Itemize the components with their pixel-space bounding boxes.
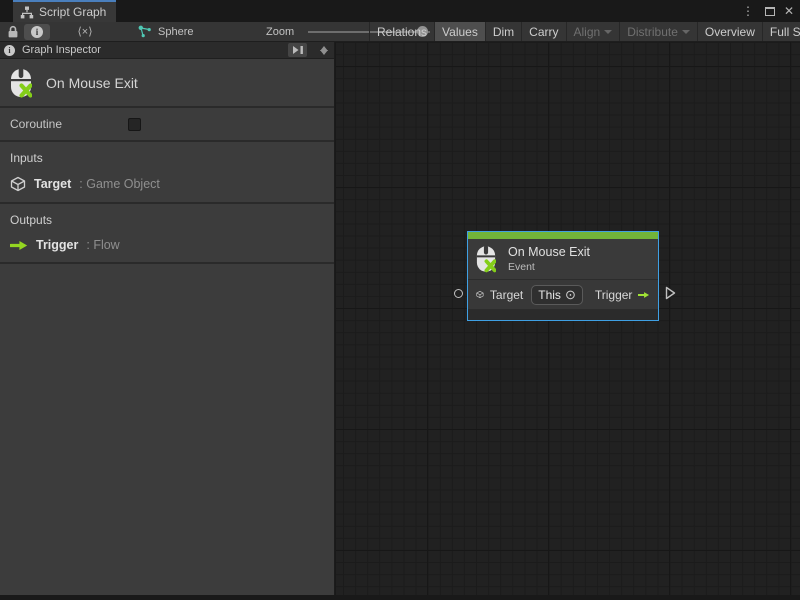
full-screen-label: Full Screen [770, 25, 800, 39]
code-icon: ⟨×⟩ [77, 25, 92, 38]
cube-icon [476, 287, 484, 302]
flow-arrow-icon[interactable] [638, 289, 650, 301]
values-label: Values [442, 25, 478, 39]
node-subtitle: Event [508, 261, 590, 273]
event-accent-bar [468, 232, 658, 239]
overview-button[interactable]: Overview [697, 22, 762, 41]
graph-target-label: Sphere [158, 26, 193, 38]
dim-button[interactable]: Dim [485, 22, 521, 41]
align-dropdown[interactable]: Align [566, 22, 620, 41]
target-value-button[interactable]: This ⊙ [531, 285, 583, 305]
script-graph-window: Script Graph ⋮ ✕ i ⟨×⟩ [0, 0, 800, 600]
info-icon: i [31, 26, 43, 38]
overview-label: Overview [705, 25, 755, 39]
node-titles: On Mouse Exit Event [508, 245, 590, 273]
zoom-label: Zoom [266, 22, 294, 41]
output-connection-port[interactable] [665, 286, 676, 300]
trigger-port-label: Trigger [595, 288, 633, 302]
window-bottom-edge [0, 595, 800, 600]
code-preview-button[interactable]: ⟨×⟩ [70, 22, 100, 41]
align-label: Align [574, 25, 601, 39]
target-port-label: Target [490, 288, 523, 302]
graph-target-button[interactable]: Sphere [138, 22, 193, 41]
full-screen-button[interactable]: Full Screen [762, 22, 800, 41]
lock-icon [7, 25, 19, 39]
inspector-empty-area [0, 264, 334, 595]
relations-label: Relations [377, 25, 427, 39]
values-button[interactable]: Values [434, 22, 485, 41]
unit-title-section: On Mouse Exit [0, 59, 334, 108]
input-connection-port[interactable] [454, 289, 463, 298]
on-mouse-exit-node[interactable]: On Mouse Exit Event Target This ⊙ Trigge… [467, 231, 659, 321]
input-type: : Game Object [79, 177, 160, 191]
output-name: Trigger [36, 238, 78, 252]
coroutine-label: Coroutine [10, 117, 62, 131]
output-trigger-row: Trigger : Flow [10, 238, 334, 252]
distribute-dropdown[interactable]: Distribute [619, 22, 697, 41]
coroutine-checkbox[interactable] [128, 118, 141, 131]
object-picker-icon: ⊙ [565, 288, 576, 301]
panel-scroll-arrows [318, 42, 330, 59]
graph-inspector-panel: i Graph Inspector On Mouse Exit [0, 42, 335, 595]
window-controls: ⋮ ✕ [740, 0, 798, 22]
flow-arrow-icon [10, 240, 28, 251]
maximize-icon[interactable] [765, 7, 775, 16]
dim-label: Dim [493, 25, 514, 39]
inputs-header: Inputs [10, 151, 334, 165]
toolbar-buttons: Relations Values Dim Carry Align Distrib… [369, 22, 800, 41]
carry-label: Carry [529, 25, 558, 39]
collapse-panel-button[interactable] [288, 43, 307, 57]
tab-script-graph[interactable]: Script Graph [13, 0, 116, 22]
outputs-header: Outputs [10, 213, 334, 227]
unit-title-label: On Mouse Exit [46, 75, 138, 91]
collapse-panel-icon [292, 45, 304, 55]
tab-label: Script Graph [39, 5, 106, 19]
graph-inspector-header: i Graph Inspector [0, 42, 334, 59]
menu-icon[interactable]: ⋮ [740, 5, 756, 17]
mouse-exit-icon [10, 68, 32, 98]
graph-hierarchy-icon [20, 6, 34, 19]
target-value-label: This [538, 288, 561, 302]
graph-canvas[interactable]: On Mouse Exit Event Target This ⊙ Trigge… [336, 42, 800, 595]
outputs-section: Outputs Trigger : Flow [0, 204, 334, 264]
input-target-row: Target : Game Object [10, 176, 334, 192]
distribute-label: Distribute [627, 25, 678, 39]
output-type: : Flow [86, 238, 119, 252]
graph-inspector-title: Graph Inspector [22, 44, 281, 56]
lock-button[interactable] [4, 22, 22, 41]
graph-toolbar: i ⟨×⟩ Sphere Zoom 1x Relations Values [0, 22, 800, 42]
node-ports-row: Target This ⊙ Trigger [468, 279, 658, 309]
chevron-down-icon [682, 30, 690, 38]
node-footer [468, 309, 658, 320]
titlebar: Script Graph ⋮ ✕ [0, 0, 800, 22]
info-icon: i [4, 45, 15, 56]
carry-button[interactable]: Carry [521, 22, 565, 41]
close-icon[interactable]: ✕ [784, 5, 794, 17]
coroutine-row: Coroutine [0, 108, 334, 142]
mouse-exit-icon [476, 245, 496, 273]
inputs-section: Inputs Target : Game Object [0, 142, 334, 204]
inspector-toggle-button[interactable]: i [24, 24, 50, 40]
relations-button[interactable]: Relations [369, 22, 434, 41]
input-name: Target [34, 177, 71, 191]
node-header[interactable]: On Mouse Exit Event [468, 239, 658, 279]
cube-icon [10, 176, 26, 192]
graph-asset-icon [138, 25, 152, 38]
chevron-down-icon [604, 30, 612, 38]
node-title: On Mouse Exit [508, 245, 590, 259]
chevron-down-icon[interactable] [320, 50, 328, 59]
